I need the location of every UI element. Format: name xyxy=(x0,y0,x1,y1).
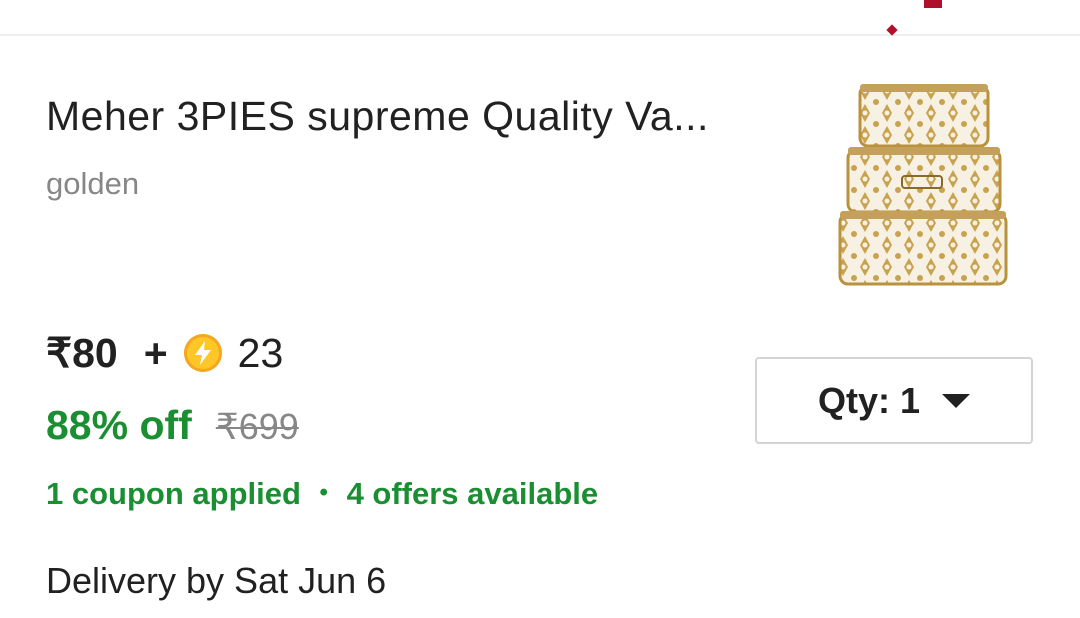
offers-row[interactable]: 1 coupon applied • 4 offers available xyxy=(46,476,598,512)
offers-available-link[interactable]: 4 offers available xyxy=(347,476,599,511)
coupon-applied-text[interactable]: 1 coupon applied xyxy=(46,476,301,511)
supercoins-value: 23 xyxy=(237,329,284,376)
discount-percent: 88% off xyxy=(46,402,192,448)
top-strip xyxy=(0,0,1080,36)
product-title[interactable]: Meher 3PIES supreme Quality Va... xyxy=(46,93,709,140)
quantity-dropdown[interactable]: Qty: 1 xyxy=(755,357,1033,444)
original-price: ₹699 xyxy=(215,406,299,447)
plus-sign: + xyxy=(143,329,168,376)
vanity-box-set-image xyxy=(838,84,1008,286)
offer-separator: • xyxy=(319,479,328,506)
product-variant: golden xyxy=(46,166,140,201)
supercoin-icon xyxy=(183,334,222,372)
price-row: ₹80 + 23 xyxy=(46,329,284,377)
delivery-date: Delivery by Sat Jun 6 xyxy=(46,560,387,601)
top-accent-shape xyxy=(924,0,942,8)
product-image[interactable] xyxy=(832,80,1008,286)
discount-row: 88% off ₹699 xyxy=(46,402,299,449)
selling-price: ₹80 xyxy=(46,330,118,376)
quantity-label: Qty: 1 xyxy=(817,379,921,421)
caret-down-icon xyxy=(942,393,971,408)
